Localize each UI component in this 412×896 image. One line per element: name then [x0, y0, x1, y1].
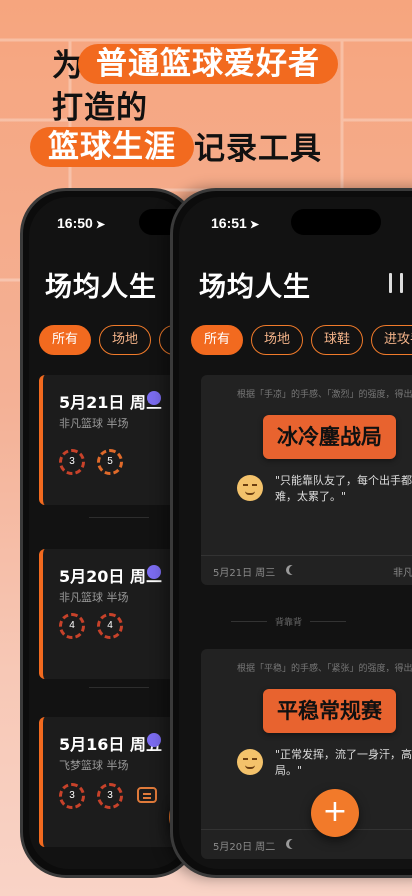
chip-venue[interactable]: 场地 — [251, 325, 304, 355]
card-date: 5月21日 周三 — [213, 568, 276, 579]
calendar-view-icon[interactable] — [387, 273, 405, 293]
card-venue: 非凡篮球 半场 — [59, 591, 129, 604]
moon-icon — [147, 733, 161, 747]
rating-ring: 3 — [59, 783, 85, 809]
moon-icon — [289, 839, 299, 849]
dynamic-island — [291, 209, 381, 235]
card-date: 5月21日 周三 — [59, 393, 162, 412]
card-quote: "正常发挥，流了一身汗，高量球局。" — [275, 748, 412, 777]
game-type-badge: 平稳常规赛 — [263, 689, 396, 733]
rating-ring: 3 — [97, 783, 123, 809]
chip-all[interactable]: 所有 — [191, 325, 244, 355]
headline-line-2: 打造的 — [52, 90, 148, 126]
card-date: 5月20日 周二 — [59, 567, 162, 586]
card-footer: 5月21日 周三 非凡 — [201, 555, 412, 585]
game-card[interactable]: 5月16日 周五 飞梦篮球 半场 3 3 — [39, 717, 179, 847]
rating-ring: 3 — [59, 449, 85, 475]
divider — [89, 517, 149, 518]
back-phone-screen: 16:50➤ 场均人生 所有 场地 球 5月21日 周三 非凡篮球 半场 3 5… — [29, 197, 189, 869]
rating-ring: 4 — [97, 613, 123, 639]
game-card[interactable]: 5月20日 周二 非凡篮球 半场 4 4 — [39, 549, 179, 679]
moon-icon — [147, 565, 161, 579]
chip-attacker[interactable]: 进攻手 — [371, 325, 412, 355]
card-hint: 根据「手凉」的手感、「激烈」的强度，得出本 — [237, 390, 412, 400]
rating-ring: 5 — [97, 449, 123, 475]
app-title: 场均人生 — [199, 272, 311, 303]
mood-emoji-icon — [237, 475, 263, 501]
headline-suffix: 记录工具 — [194, 131, 322, 167]
promo-headline: 为 普通篮球爱好者 打造的 篮球生涯 记录工具 — [0, 0, 412, 200]
filter-chips: 所有 场地 球 — [39, 325, 189, 355]
card-quote: "只能靠队友了，每个出手都困难，太累了。" — [275, 474, 412, 503]
chip-venue[interactable]: 场地 — [99, 325, 152, 355]
moon-icon — [147, 391, 161, 405]
headline-highlight-2: 篮球生涯 — [30, 127, 194, 167]
card-date: 5月20日 周二 — [213, 842, 276, 853]
back-to-back-divider: 背靠背 — [230, 615, 347, 628]
card-venue: 非凡篮球 半场 — [59, 417, 129, 430]
location-arrow-icon: ➤ — [249, 219, 260, 231]
card-footer: 5月20日 周二 — [201, 829, 412, 859]
game-card[interactable]: 根据「手凉」的手感、「激烈」的强度，得出本 冰冷鏖战局 "只能靠队友了，每个出手… — [201, 375, 412, 585]
location-arrow-icon: ➤ — [95, 219, 106, 231]
status-time: 16:51 ➤ — [211, 215, 260, 231]
comment-icon — [137, 787, 157, 803]
filter-chips: 所有 场地 球鞋 进攻手 — [191, 325, 412, 355]
chip-all[interactable]: 所有 — [39, 325, 92, 355]
moon-icon — [289, 565, 299, 575]
card-venue: 飞梦篮球 半场 — [59, 759, 129, 772]
game-type-badge: 冰冷鏖战局 — [263, 415, 396, 459]
card-date: 5月16日 周五 — [59, 735, 162, 754]
card-venue: 非凡 — [393, 568, 412, 579]
card-hint: 根据「平稳」的手感、「紧张」的强度，得出本 — [237, 664, 412, 674]
chip-shoes[interactable]: 球鞋 — [311, 325, 364, 355]
mood-emoji-icon — [237, 749, 263, 775]
app-title: 场均人生 — [45, 272, 157, 303]
headline-highlight-1: 普通篮球爱好者 — [78, 44, 338, 84]
divider — [89, 687, 149, 688]
game-card[interactable]: 5月21日 周三 非凡篮球 半场 3 5 — [39, 375, 179, 505]
front-phone: 16:51➤ 场均人生 所有 场地 球鞋 进攻手 根据「手凉」的手感、「激烈」的… — [170, 188, 412, 878]
add-record-button[interactable]: + — [311, 789, 359, 837]
front-phone-screen: 16:51➤ 场均人生 所有 场地 球鞋 进攻手 根据「手凉」的手感、「激烈」的… — [179, 197, 412, 869]
status-time: 16:50 ➤ — [57, 215, 106, 231]
game-card[interactable]: 根据「平稳」的手感、「紧张」的强度，得出本 平稳常规赛 "正常发挥，流了一身汗，… — [201, 649, 412, 859]
rating-ring: 4 — [59, 613, 85, 639]
